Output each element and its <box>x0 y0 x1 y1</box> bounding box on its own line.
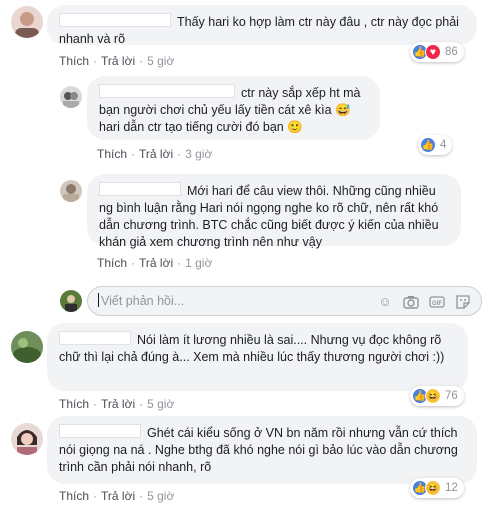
avatar[interactable] <box>60 180 82 202</box>
commenter-name-redacted[interactable] <box>99 84 235 98</box>
like-icon: 👍 <box>420 137 436 153</box>
timestamp[interactable]: 5 giờ <box>147 489 174 503</box>
comment-actions: Thích · Trả lời · 5 giờ <box>59 54 175 68</box>
reaction-count: 4 <box>440 139 447 151</box>
gif-icon[interactable]: GIF <box>429 294 445 310</box>
reaction-count: 86 <box>445 46 458 58</box>
timestamp[interactable]: 1 giờ <box>185 256 212 270</box>
commenter-name-redacted[interactable] <box>59 13 171 27</box>
like-link[interactable]: Thích <box>97 256 127 270</box>
svg-text:GIF: GIF <box>432 301 442 307</box>
commenter-name-redacted[interactable] <box>99 182 181 196</box>
comment-bubble: Thấy hari ko hợp làm ctr này đâu , ctr n… <box>47 5 477 46</box>
reply-link[interactable]: Trả lời <box>101 397 135 411</box>
avatar[interactable] <box>11 423 43 455</box>
reply-bubble: ctr này sắp xếp ht mà bạn người chơi chủ… <box>87 76 380 140</box>
camera-icon[interactable] <box>403 294 419 310</box>
reaction-count: 12 <box>445 482 458 494</box>
like-link[interactable]: Thích <box>97 147 127 161</box>
reply-link[interactable]: Trả lời <box>139 256 173 270</box>
timestamp[interactable]: 5 giờ <box>147 397 174 411</box>
avatar[interactable] <box>60 86 82 108</box>
commenter-name-redacted[interactable] <box>59 331 131 345</box>
like-link[interactable]: Thích <box>59 489 89 503</box>
avatar[interactable] <box>11 6 43 38</box>
haha-icon: 😆 <box>425 388 441 404</box>
reply-bubble: Mới hari để câu view thôi. Những cũng nh… <box>87 174 461 249</box>
current-user-avatar <box>60 290 82 312</box>
comment-actions: Thích · Trả lời · 1 giờ <box>97 256 213 270</box>
comment-actions: Thích · Trả lời · 5 giờ <box>59 489 175 503</box>
comment-actions: Thích · Trả lời · 3 giờ <box>97 147 213 161</box>
comment-actions: Thích · Trả lời · 5 giờ <box>59 397 175 411</box>
reply-input[interactable]: Viết phản hồi... ☺ GIF <box>87 286 482 316</box>
comment-bubble: Nói làm ít lương nhiều là sai.... Nhưng … <box>47 323 468 391</box>
sticker-icon[interactable] <box>455 294 471 310</box>
reaction-summary[interactable]: 👍 😆 12 <box>410 478 464 498</box>
reaction-summary[interactable]: 👍 4 <box>418 135 453 155</box>
comment-bubble: Ghét cái kiểu sống ở VN bn năm rồi nhưng… <box>47 416 477 484</box>
emoji-icon[interactable]: ☺ <box>377 294 393 310</box>
timestamp[interactable]: 5 giờ <box>147 54 174 68</box>
reaction-summary[interactable]: 👍 😆 76 <box>410 386 464 406</box>
timestamp[interactable]: 3 giờ <box>185 147 212 161</box>
avatar[interactable] <box>11 331 43 363</box>
haha-icon: 😆 <box>425 480 441 496</box>
reaction-count: 76 <box>445 390 458 402</box>
like-link[interactable]: Thích <box>59 54 89 68</box>
love-icon: ♥ <box>425 44 441 60</box>
reply-link[interactable]: Trả lời <box>139 147 173 161</box>
reply-link[interactable]: Trả lời <box>101 54 135 68</box>
commenter-name-redacted[interactable] <box>59 424 141 438</box>
reply-input-placeholder: Viết phản hồi... <box>101 294 185 308</box>
reply-link[interactable]: Trả lời <box>101 489 135 503</box>
reaction-summary[interactable]: 👍 ♥ 86 <box>410 42 464 62</box>
like-link[interactable]: Thích <box>59 397 89 411</box>
text-cursor <box>98 293 99 307</box>
